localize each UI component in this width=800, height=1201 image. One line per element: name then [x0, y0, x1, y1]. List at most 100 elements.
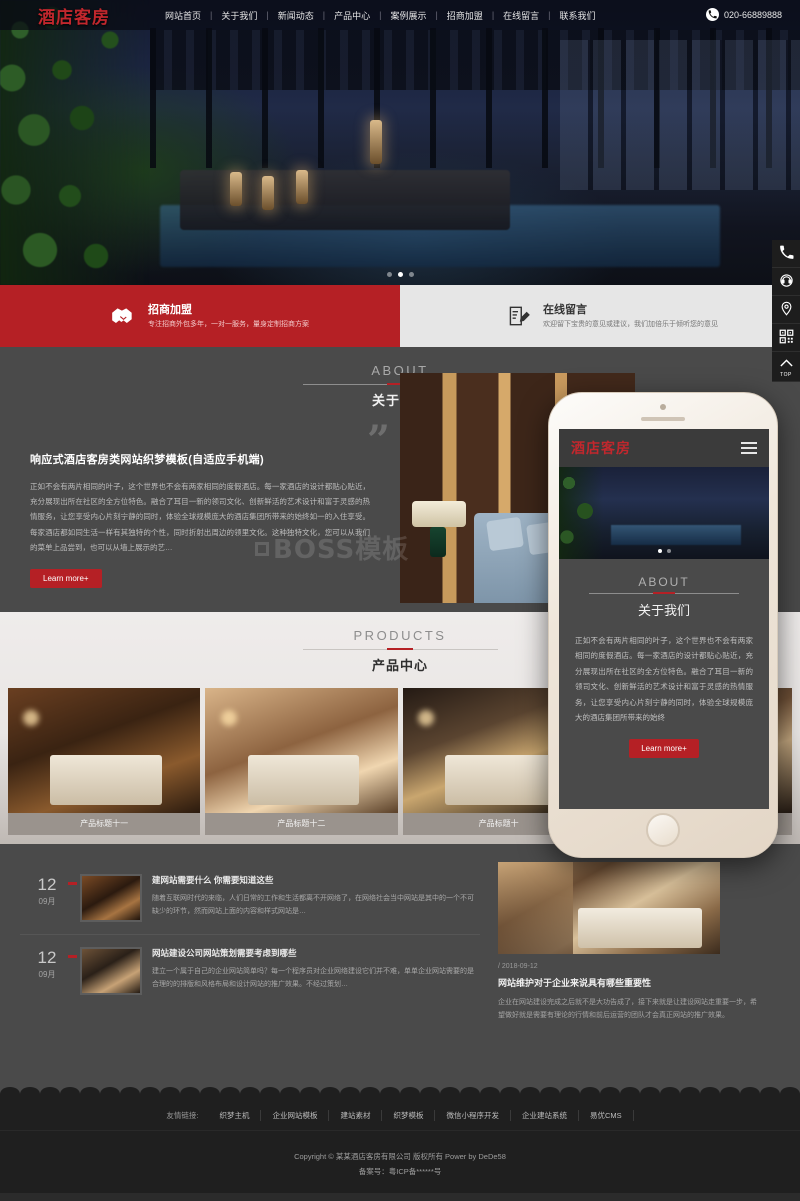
hero-dot-2[interactable] — [397, 272, 403, 277]
message-banner[interactable]: 在线留言 欢迎留下宝贵的意见或建议，我们加倍乐于倾听您的意见 — [400, 285, 800, 347]
hamburger-menu-icon[interactable] — [741, 442, 757, 454]
hero-banner: 酒店客房 网站首页 | 关于我们 | 新闻动态 | 产品中心 | 案例展示 | … — [0, 0, 800, 285]
phone-learn-more-button[interactable]: Learn more+ — [629, 739, 699, 759]
phone-heading-rule — [589, 593, 739, 594]
news-section: 12 09月 建网站需要什么 你需要知道这些 随着互联网时代的来临，人们日常的工… — [0, 844, 800, 1087]
watermark: BOSS模板 — [255, 529, 409, 566]
telephone-icon — [779, 245, 794, 263]
back-to-top-label: TOP — [780, 371, 792, 378]
friendly-links: 友情链接: 织梦主机 企业网站模板 建站素材 织梦模板 微信小程序开发 企业建站… — [0, 1101, 800, 1131]
bed — [50, 754, 162, 805]
message-title: 在线留言 — [543, 304, 587, 317]
hero-foliage — [0, 0, 150, 285]
header-phone-number: 020-66889888 — [723, 9, 782, 20]
franchise-title: 招商加盟 — [148, 304, 192, 317]
main-navigation: 网站首页 | 关于我们 | 新闻动态 | 产品中心 | 案例展示 | 招商加盟 … — [156, 9, 605, 22]
news-body: 网站建设公司网站策划需要考虑到哪些 建立一个属于自己的企业网站简单吗？每一个程序… — [152, 947, 476, 992]
sidebar-service-button[interactable] — [772, 268, 800, 296]
nav-item-2[interactable]: 新闻动态 — [269, 9, 323, 22]
phone-about-text: 正如不会有两片相同的叶子，这个世界也不会有两家相同的度假酒店。每一家酒店的设计都… — [575, 636, 753, 722]
news-body: 建网站需要什么 你需要知道这些 随着互联网时代的来临，人们日常的工作和生活都离不… — [152, 874, 476, 919]
product-image — [8, 687, 201, 813]
phone-dot-2[interactable] — [666, 549, 671, 553]
sidebar-telephone-button[interactable] — [772, 240, 800, 268]
lamp-glow — [417, 710, 434, 726]
product-card[interactable]: 产品标题十二 — [205, 687, 398, 835]
footer-link-5[interactable]: 企业建站系统 — [511, 1110, 579, 1121]
nav-item-5[interactable]: 招商加盟 — [438, 9, 492, 22]
about-learn-more-button[interactable]: Learn more+ — [30, 569, 102, 589]
nav-item-0[interactable]: 网站首页 — [156, 9, 210, 22]
watermark-square-icon — [255, 542, 269, 556]
phone-home-button[interactable] — [646, 813, 680, 847]
footer-link-6[interactable]: 易优CMS — [579, 1110, 634, 1121]
nav-item-1[interactable]: 关于我们 — [212, 9, 266, 22]
hero-dot-1[interactable] — [386, 272, 392, 277]
sidebar-location-button[interactable] — [772, 296, 800, 324]
qrcode-icon — [779, 329, 794, 347]
headset-service-icon — [779, 273, 794, 291]
lamp-glow — [220, 710, 237, 726]
sidebar-qrcode-button[interactable] — [772, 324, 800, 352]
franchise-subtitle: 专注招商外包多年，一对一服务，量身定制招商方案 — [148, 320, 309, 328]
news-date: 12 09月 — [24, 947, 77, 980]
site-header: 酒店客房 网站首页 | 关于我们 | 新闻动态 | 产品中心 | 案例展示 | … — [0, 0, 800, 30]
nav-item-3[interactable]: 产品中心 — [325, 9, 379, 22]
phone-slider-dots[interactable] — [559, 549, 769, 553]
phone-hero-pool — [611, 525, 741, 545]
about-title: 响应式酒店客房类网站织梦模板(自适应手机端) — [30, 453, 264, 466]
hero-dot-3[interactable] — [408, 272, 414, 277]
franchise-banner[interactable]: 招商加盟 专注招商外包多年，一对一服务，量身定制招商方案 — [0, 285, 400, 347]
news-thumbnail — [80, 947, 142, 995]
lamp-base — [430, 526, 446, 557]
news-list-item[interactable]: 12 09月 建网站需要什么 你需要知道这些 随着互联网时代的来临，人们日常的工… — [20, 862, 480, 934]
franchise-text-block: 招商加盟 专注招商外包多年，一对一服务，量身定制招商方案 — [148, 302, 309, 330]
footer-link-3[interactable]: 织梦模板 — [382, 1110, 436, 1121]
nav-item-6[interactable]: 在线留言 — [494, 9, 548, 22]
nav-item-4[interactable]: 案例展示 — [381, 9, 435, 22]
news-list-item[interactable]: 12 09月 网站建设公司网站策划需要考虑到哪些 建立一个属于自己的企业网站简单… — [20, 934, 480, 1007]
nav-item-7[interactable]: 联系我们 — [551, 9, 605, 22]
footer-link-1[interactable]: 企业网站模板 — [261, 1110, 330, 1121]
footer-wave-divider — [0, 1087, 800, 1101]
note-pencil-icon — [505, 303, 531, 329]
copyright-text: Copyright © 某某酒店客房有限公司 版权所有 Power by DeD… — [294, 1152, 506, 1161]
hero-slider-dots[interactable] — [0, 272, 800, 277]
footer-link-2[interactable]: 建站素材 — [329, 1110, 383, 1121]
bed — [444, 754, 557, 805]
handshake-icon — [110, 303, 136, 329]
phone-camera — [660, 404, 666, 410]
phone-mockup: 酒店客房 ABOUT 关于我们 正如不会有两片相同的叶子，这个世界也不会有两家相… — [548, 392, 778, 858]
pillow — [486, 516, 524, 551]
quote-mark-icon: ” — [366, 416, 390, 464]
footer-link-4[interactable]: 微信小程序开发 — [435, 1110, 511, 1121]
sidebar-back-to-top-button[interactable]: TOP — [772, 352, 800, 382]
telephone-icon — [705, 8, 719, 21]
phone-logo[interactable]: 酒店客房 — [571, 438, 631, 458]
news-title[interactable]: 建网站需要什么 你需要知道这些 — [152, 874, 476, 886]
phone-about-section: ABOUT 关于我们 正如不会有两片相同的叶子，这个世界也不会有两家相同的度假酒… — [559, 559, 769, 759]
news-feature-image — [498, 862, 720, 954]
hero-lamp — [230, 172, 242, 206]
news-feature-title[interactable]: 网站维护对于企业来说具有哪些重要性 — [498, 976, 758, 989]
friendly-links-label: 友情链接: — [166, 1111, 199, 1120]
news-title[interactable]: 网站建设公司网站策划需要考虑到哪些 — [152, 947, 476, 959]
footer-link-0[interactable]: 织梦主机 — [208, 1110, 262, 1121]
side-toolbar: TOP — [772, 240, 800, 382]
phone-dot-1[interactable] — [657, 549, 662, 553]
footer-copyright-block: Copyright © 某某酒店客房有限公司 版权所有 Power by DeD… — [0, 1131, 800, 1193]
location-pin-icon — [779, 301, 794, 319]
news-month: 09月 — [38, 897, 56, 906]
header-phone: 020-66889888 — [705, 8, 782, 21]
product-caption: 产品标题十二 — [205, 812, 398, 835]
site-logo[interactable]: 酒店客房 — [38, 3, 138, 28]
news-desc: 随着互联网时代的来临，人们日常的工作和生活都离不开网络了，在网络社会当中网站是其… — [152, 895, 474, 916]
bed — [247, 754, 360, 805]
back-to-top-icon — [779, 356, 794, 373]
product-card[interactable]: 产品标题十一 — [8, 687, 201, 835]
icp-text: 备案号：粤ICP备******号 — [358, 1167, 442, 1176]
news-feature[interactable]: / 2018-09-12 网站维护对于企业来说具有哪些重要性 企业在网站建设完成… — [498, 862, 758, 1087]
news-thumbnail — [80, 874, 142, 922]
message-subtitle: 欢迎留下宝贵的意见或建议，我们加倍乐于倾听您的意见 — [543, 320, 718, 328]
message-text-block: 在线留言 欢迎留下宝贵的意见或建议，我们加倍乐于倾听您的意见 — [543, 302, 718, 330]
